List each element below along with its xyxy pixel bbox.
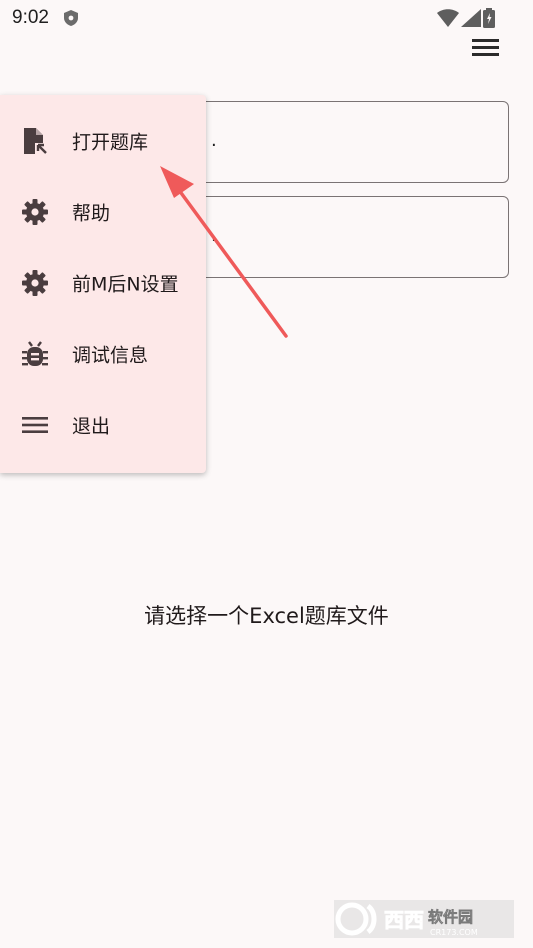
menu-item-exit[interactable]: 退出 [0,389,206,460]
menu-item-label: 退出 [72,415,111,437]
signal-icon [461,9,481,27]
menu-lines-icon [22,416,48,433]
svg-text:西西: 西西 [384,908,424,932]
wifi-icon [437,9,459,27]
svg-text:CR173.COM: CR173.COM [430,928,478,937]
dropdown-menu: 打开题库 帮助 前M后N设置 调试信息 退出 [0,95,206,473]
menu-item-label: 打开题库 [72,131,149,153]
empty-state-message: 请选择一个Excel题库文件 [144,604,389,628]
battery-icon [483,8,495,28]
menu-item-label: 前M后N设置 [72,273,179,295]
menu-item-label: 帮助 [72,202,111,224]
gear-icon [22,198,48,225]
text-field-1[interactable]: . [196,101,509,183]
menu-item-open-library[interactable]: 打开题库 [0,105,206,176]
field-value: . [211,130,217,151]
menu-item-label: 调试信息 [72,344,149,366]
shield-icon [64,10,78,26]
menu-item-settings[interactable]: 前M后N设置 [0,247,206,318]
gear-icon [22,269,48,296]
status-bar: 9:02 [0,0,533,36]
text-field-2[interactable]: . [196,196,509,278]
open-file-icon [24,127,47,154]
field-value: . [211,225,217,246]
menu-item-debug-info[interactable]: 调试信息 [0,318,206,389]
svg-text:软件园: 软件园 [428,908,473,926]
menu-icon[interactable] [470,36,502,60]
status-time: 9:02 [12,7,49,28]
bug-icon [22,340,48,366]
watermark-logo: 西西 软件园 CR173.COM [334,898,514,940]
status-icons [437,8,495,28]
menu-item-help[interactable]: 帮助 [0,176,206,247]
